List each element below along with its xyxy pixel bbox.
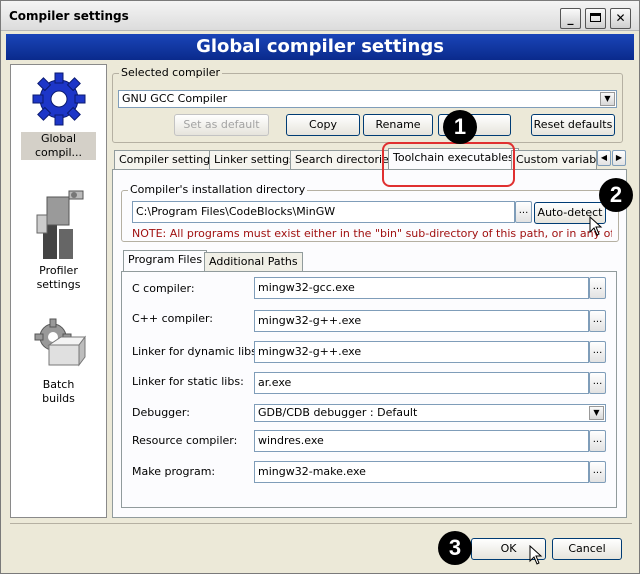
chevron-down-icon: ▼ — [589, 406, 604, 420]
installation-directory-legend: Compiler's installation directory — [128, 183, 308, 196]
title-bar: Compiler settings _ ✕ — [1, 1, 639, 31]
tab-scroll-right-icon[interactable]: ▶ — [612, 150, 626, 166]
make-program-label: Make program: — [132, 465, 216, 478]
sidebar-item-label: settings — [36, 278, 81, 291]
tab-scroll-left-icon[interactable]: ◀ — [597, 150, 611, 166]
page-title: Global compiler settings — [6, 34, 634, 60]
browse-resource-compiler-button[interactable]: ... — [589, 430, 606, 452]
close-button[interactable]: ✕ — [610, 8, 631, 29]
profiler-icon — [36, 190, 83, 259]
minimize-button[interactable]: _ — [560, 8, 581, 29]
browse-linker-dynamic-button[interactable]: ... — [589, 341, 606, 363]
cpp-compiler-input[interactable]: mingw32-g++.exe — [254, 310, 589, 332]
sidebar-item-batch-builds[interactable]: Batch builds — [11, 315, 106, 406]
sidebar-item-global-compiler[interactable]: Global compil... — [11, 69, 106, 160]
debugger-label: Debugger: — [132, 406, 190, 419]
debugger-select-value: GDB/CDB debugger : Default — [258, 406, 418, 419]
tab-linker-settings[interactable]: Linker settings — [209, 150, 300, 170]
subtab-program-files[interactable]: Program Files — [123, 250, 208, 271]
make-program-input[interactable]: mingw32-make.exe — [254, 461, 589, 483]
resource-compiler-input[interactable]: windres.exe — [254, 430, 589, 452]
callout-badge-1: 1 — [443, 110, 477, 144]
resource-compiler-label: Resource compiler: — [132, 434, 238, 447]
rename-button[interactable]: Rename — [363, 114, 433, 136]
c-compiler-input[interactable]: mingw32-gcc.exe — [254, 277, 589, 299]
compiler-select-value: GNU GCC Compiler — [122, 92, 228, 105]
tab-compiler-settings[interactable]: Compiler settings — [114, 150, 221, 170]
close-icon: ✕ — [615, 11, 626, 25]
window-title: Compiler settings — [9, 9, 129, 23]
mouse-cursor-icon — [529, 545, 543, 565]
tab-custom-variables[interactable]: Custom variable — [511, 150, 597, 170]
linker-static-label: Linker for static libs: — [132, 375, 244, 388]
sidebar-item-label: Profiler — [39, 264, 78, 277]
compiler-select[interactable]: GNU GCC Compiler ▼ — [118, 90, 617, 108]
batch-builds-icon — [34, 318, 86, 367]
sidebar-item-profiler-settings[interactable]: Profiler settings — [11, 185, 106, 292]
linker-dynamic-input[interactable]: mingw32-g++.exe — [254, 341, 589, 363]
callout-badge-3: 3 — [438, 531, 472, 565]
browse-linker-static-button[interactable]: ... — [589, 372, 606, 394]
callout-badge-2: 2 — [599, 178, 633, 212]
browse-make-program-button[interactable]: ... — [589, 461, 606, 483]
reset-defaults-button[interactable]: Reset defaults — [531, 114, 615, 136]
settings-sidebar: Global compil... Profiler settings Batch… — [10, 64, 107, 518]
sidebar-item-label: Batch — [42, 378, 75, 391]
mouse-cursor-icon — [589, 216, 603, 236]
c-compiler-label: C compiler: — [132, 282, 195, 295]
browse-installation-button[interactable]: ... — [515, 201, 532, 223]
set-as-default-button[interactable]: Set as default — [174, 114, 269, 136]
maximize-button[interactable] — [585, 8, 606, 29]
linker-dynamic-label: Linker for dynamic libs: — [132, 345, 261, 358]
sidebar-item-label: builds — [42, 392, 75, 405]
installation-note: NOTE: All programs must exist either in … — [132, 227, 612, 240]
installation-path-input[interactable]: C:\Program Files\CodeBlocks\MinGW — [132, 201, 515, 223]
linker-static-input[interactable]: ar.exe — [254, 372, 589, 394]
debugger-select[interactable]: GDB/CDB debugger : Default ▼ — [254, 404, 606, 422]
subtab-additional-paths[interactable]: Additional Paths — [204, 252, 303, 271]
browse-c-compiler-button[interactable]: ... — [589, 277, 606, 299]
copy-button[interactable]: Copy — [286, 114, 360, 136]
browse-cpp-compiler-button[interactable]: ... — [589, 310, 606, 332]
compiler-settings-window: Compiler settings _ ✕ Global compiler se… — [0, 0, 640, 574]
sidebar-item-label: Global — [21, 132, 96, 146]
minimize-icon: _ — [567, 11, 574, 25]
callout-highlight-box — [382, 142, 515, 187]
chevron-down-icon: ▼ — [600, 92, 615, 106]
sidebar-item-label: compil... — [21, 146, 96, 160]
gear-icon — [32, 72, 85, 126]
cancel-button[interactable]: Cancel — [552, 538, 622, 560]
footer-divider — [10, 523, 632, 524]
selected-compiler-legend: Selected compiler — [119, 66, 223, 79]
cpp-compiler-label: C++ compiler: — [132, 312, 214, 325]
maximize-icon — [590, 13, 601, 22]
